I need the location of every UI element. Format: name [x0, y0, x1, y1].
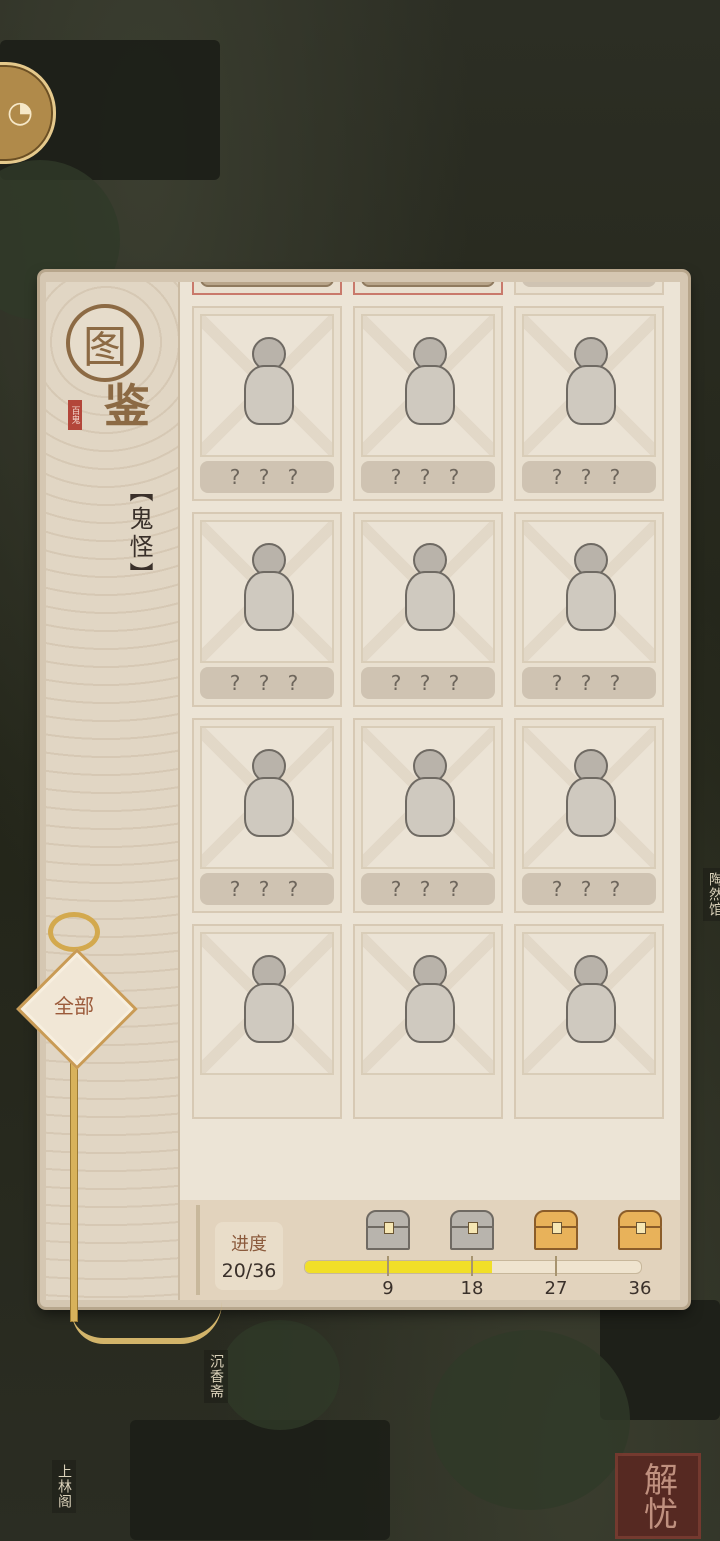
ghost-figure-icon: [391, 336, 465, 429]
reward-chest-icon[interactable]: [366, 1210, 410, 1250]
reward-chest-icon[interactable]: [450, 1210, 494, 1250]
map-label-right[interactable]: 陶然馆: [703, 868, 720, 921]
milestone-label: 36: [628, 1278, 652, 1299]
figure-body: [405, 364, 455, 425]
card-name-label: ? ? ?: [522, 667, 656, 699]
reward-chest-icon[interactable]: [618, 1210, 662, 1250]
card-portrait-frame: [522, 932, 656, 1075]
figure-body: [244, 982, 294, 1043]
ghost-card-locked[interactable]: ? ? ?: [514, 718, 664, 913]
progress-bar: [304, 1260, 642, 1274]
ghost-figure-icon: [230, 954, 304, 1047]
card-name-label: ? ? ?: [522, 461, 656, 493]
card-name-label: ? ? ?: [361, 873, 495, 905]
title-seal: 百鬼: [68, 400, 82, 430]
chest-lock: [468, 1222, 478, 1234]
filter-tag-label[interactable]: 全部: [34, 990, 114, 1019]
progress-tick: [471, 1256, 473, 1276]
map-label-bottom[interactable]: 上林阁: [52, 1460, 76, 1513]
category-label[interactable]: 【鬼怪】: [122, 478, 157, 590]
progress-bar-fill: [305, 1261, 492, 1273]
figure-body: [566, 982, 616, 1043]
ghost-card-locked[interactable]: ? ? ?: [192, 718, 342, 913]
swirl-icon: ◔: [7, 95, 34, 130]
ghost-card-locked[interactable]: [192, 924, 342, 1119]
card-name-label: ? ? ?: [200, 873, 334, 905]
ghost-card-locked[interactable]: [353, 924, 503, 1119]
knot-ornament-icon: [48, 912, 100, 952]
ghost-figure-icon: [552, 336, 626, 429]
card-name-label: ? ? ?: [361, 461, 495, 493]
ghost-card-locked[interactable]: ? ? ?: [514, 512, 664, 707]
ghost-card-locked[interactable]: ? ? ?: [353, 512, 503, 707]
card-portrait-frame: [522, 314, 656, 457]
reward-chest-icon[interactable]: [534, 1210, 578, 1250]
figure-body: [405, 776, 455, 837]
ghost-card-locked[interactable]: [514, 924, 664, 1119]
card-portrait-frame: [200, 520, 334, 663]
ghost-card-locked[interactable]: ? ? ?: [192, 512, 342, 707]
ghost-figure-icon: [391, 542, 465, 635]
bamboo-decor: [196, 1205, 200, 1295]
card-name-label: 倒霉鬼: [361, 282, 495, 287]
ghost-card-locked[interactable]: ? ? ?: [514, 306, 664, 501]
figure-body: [566, 776, 616, 837]
ghost-figure-icon: [230, 336, 304, 429]
progress-tick: [387, 1256, 389, 1276]
chest-lock: [384, 1222, 394, 1234]
ghost-figure-icon: [230, 748, 304, 841]
milestone-label: 27: [544, 1278, 568, 1299]
card-name-label: ? ? ?: [200, 461, 334, 493]
card-name-label: 爱哭鬼: [200, 282, 334, 287]
tassel-decor: [72, 1302, 222, 1344]
card-portrait-frame: [522, 726, 656, 869]
ghost-figure-icon: [230, 542, 304, 635]
card-portrait-frame: [361, 726, 495, 869]
card-name-label: ? ? ?: [361, 667, 495, 699]
card-portrait-frame: [200, 726, 334, 869]
progress-tick: [555, 1256, 557, 1276]
map-label-mid[interactable]: 沉香斋: [204, 1350, 228, 1403]
ghost-card-locked[interactable]: ? ? ?: [514, 282, 664, 295]
card-name-label: ? ? ?: [522, 282, 656, 287]
figure-body: [405, 570, 455, 631]
milestone-label: 18: [460, 1278, 484, 1299]
progress-value: 20/36: [221, 1260, 277, 1282]
figure-body: [244, 776, 294, 837]
ghost-figure-icon: [391, 954, 465, 1047]
card-portrait-frame: [361, 314, 495, 457]
figure-body: [405, 982, 455, 1043]
chest-lock: [636, 1222, 646, 1234]
card-portrait-frame: [361, 932, 495, 1075]
corner-seal-button[interactable]: 解忧: [615, 1453, 701, 1539]
card-portrait-frame: [361, 520, 495, 663]
ghost-figure-icon: [391, 748, 465, 841]
ghost-figure-icon: [552, 542, 626, 635]
ghost-figure-icon: [552, 954, 626, 1047]
progress-label-box: 进度 20/36: [215, 1222, 283, 1290]
ghost-card-unlocked[interactable]: 倒霉鬼: [353, 282, 503, 295]
figure-body: [244, 364, 294, 425]
figure-body: [566, 364, 616, 425]
ghost-card-locked[interactable]: ? ? ?: [192, 306, 342, 501]
progress-title: 进度: [231, 1234, 267, 1255]
ghost-card-unlocked[interactable]: 爱哭鬼: [192, 282, 342, 295]
ghost-card-locked[interactable]: ? ? ?: [353, 306, 503, 501]
card-portrait-frame: [200, 314, 334, 457]
card-name-label: ? ? ?: [200, 667, 334, 699]
milestone-label: 9: [382, 1278, 394, 1299]
card-portrait-frame: [522, 520, 656, 663]
card-name-label: ? ? ?: [522, 873, 656, 905]
ghost-card-locked[interactable]: ? ? ?: [353, 718, 503, 913]
figure-body: [244, 570, 294, 631]
figure-body: [566, 570, 616, 631]
card-grid-viewport[interactable]: 爱哭鬼 倒霉鬼 ? ? ? ? ? ? ? ? ? ? ? ? ? ? ? ? ? ? ? ? …: [180, 282, 680, 1200]
ghost-figure-icon: [552, 748, 626, 841]
title-char-2: 鉴: [104, 379, 150, 433]
card-portrait-frame: [200, 932, 334, 1075]
chest-lock: [552, 1222, 562, 1234]
